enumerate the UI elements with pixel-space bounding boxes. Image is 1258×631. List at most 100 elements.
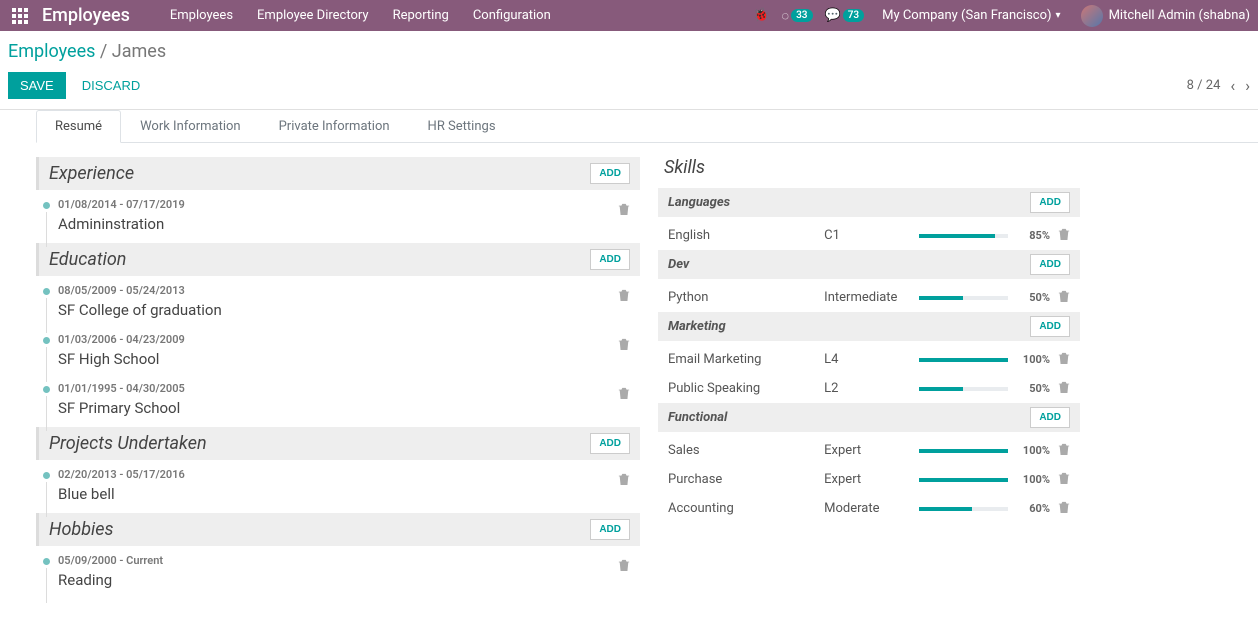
- timeline-dates: 01/03/2006 - 04/23/2009: [58, 333, 630, 346]
- activity-icon[interactable]: ◌33: [781, 8, 812, 24]
- tabs: Resumé Work Information Private Informat…: [36, 110, 1258, 143]
- timeline-dates: 01/08/2014 - 07/17/2019: [58, 198, 630, 211]
- nav-configuration[interactable]: Configuration: [473, 8, 551, 23]
- bug-icon[interactable]: 🐞: [753, 8, 769, 23]
- skill-row[interactable]: PythonIntermediate 50%: [658, 283, 1080, 312]
- resume-section-header: Projects UndertakenADD: [36, 427, 640, 460]
- breadcrumb: Employees / James: [0, 31, 1258, 68]
- add-button[interactable]: ADD: [1030, 316, 1070, 337]
- add-button[interactable]: ADD: [590, 163, 630, 184]
- tab-private-info[interactable]: Private Information: [260, 110, 409, 142]
- resume-section-header: HobbiesADD: [36, 513, 640, 546]
- add-button[interactable]: ADD: [590, 519, 630, 540]
- timeline-dates: 02/20/2013 - 05/17/2016: [58, 468, 630, 481]
- trash-icon[interactable]: [1058, 230, 1070, 244]
- skill-group-name: Marketing: [668, 319, 1030, 334]
- timeline-dates: 08/05/2009 - 05/24/2013: [58, 284, 630, 297]
- skills-heading: Skills: [658, 157, 1080, 178]
- chevron-down-icon: ▾: [1056, 10, 1061, 21]
- skill-row[interactable]: SalesExpert100%: [658, 436, 1080, 465]
- skill-percent: 50%: [1010, 382, 1050, 395]
- skill-percent: 50%: [1010, 291, 1050, 304]
- trash-icon[interactable]: [618, 205, 630, 220]
- timeline-dates: 05/09/2000 - Current: [58, 554, 630, 567]
- chat-badge: 73: [843, 9, 864, 22]
- trash-icon[interactable]: [1058, 503, 1070, 517]
- trash-icon[interactable]: [618, 340, 630, 355]
- skill-percent: 100%: [1010, 444, 1050, 457]
- company-selector[interactable]: My Company (San Francisco) ▾: [882, 8, 1060, 23]
- breadcrumb-sep: /: [100, 41, 112, 62]
- breadcrumb-current: James: [112, 41, 166, 62]
- add-button[interactable]: ADD: [1030, 192, 1070, 213]
- skill-level: Intermediate: [824, 290, 917, 305]
- top-nav: Employees Employee Directory Reporting C…: [170, 8, 551, 23]
- company-label: My Company (San Francisco): [882, 8, 1051, 23]
- skill-group-header: FunctionalADD: [658, 403, 1080, 432]
- messaging-icon[interactable]: 💬73: [825, 8, 865, 23]
- action-bar: SAVE DISCARD 8 / 24 ‹ ›: [0, 68, 1258, 110]
- add-button[interactable]: ADD: [590, 249, 630, 270]
- tab-work-info[interactable]: Work Information: [121, 110, 260, 142]
- nav-employee-directory[interactable]: Employee Directory: [257, 8, 369, 23]
- avatar[interactable]: [1081, 5, 1103, 27]
- trash-icon[interactable]: [1058, 383, 1070, 397]
- skill-name: Sales: [668, 443, 822, 458]
- skill-row[interactable]: PurchaseExpert100%: [658, 465, 1080, 494]
- skill-bar: [919, 358, 1009, 362]
- breadcrumb-root[interactable]: Employees: [8, 41, 95, 62]
- skill-level: Moderate: [824, 501, 917, 516]
- skill-row[interactable]: Email MarketingL4100%: [658, 345, 1080, 374]
- skill-group-name: Functional: [668, 410, 1030, 425]
- add-button[interactable]: ADD: [1030, 407, 1070, 428]
- skill-level: C1: [824, 228, 917, 243]
- timeline-item[interactable]: 01/08/2014 - 07/17/2019Admininstration: [36, 194, 640, 243]
- skill-row[interactable]: Public SpeakingL250%: [658, 374, 1080, 403]
- add-button[interactable]: ADD: [1030, 254, 1070, 275]
- discard-button[interactable]: DISCARD: [70, 72, 153, 99]
- tab-hr-settings[interactable]: HR Settings: [409, 110, 515, 142]
- tab-resume[interactable]: Resumé: [36, 110, 121, 143]
- skill-percent: 100%: [1010, 473, 1050, 486]
- section-title: Education: [49, 249, 590, 270]
- section-title: Experience: [49, 163, 590, 184]
- nav-employees[interactable]: Employees: [170, 8, 233, 23]
- skill-name: Python: [668, 290, 822, 305]
- resume-section-header: EducationADD: [36, 243, 640, 276]
- resume-section-header: ExperienceADD: [36, 157, 640, 190]
- skill-bar: [919, 296, 1009, 300]
- trash-icon[interactable]: [1058, 354, 1070, 368]
- trash-icon[interactable]: [618, 291, 630, 306]
- timeline-dates: 01/01/1995 - 04/30/2005: [58, 382, 630, 395]
- user-label[interactable]: Mitchell Admin (shabna): [1109, 8, 1250, 23]
- timeline-item[interactable]: 02/20/2013 - 05/17/2016Blue bell: [36, 464, 640, 513]
- nav-reporting[interactable]: Reporting: [393, 8, 449, 23]
- skill-row[interactable]: AccountingModerate60%: [658, 494, 1080, 523]
- skill-group-header: DevADD: [658, 250, 1080, 279]
- trash-icon[interactable]: [1058, 474, 1070, 488]
- pager-next-icon[interactable]: ›: [1245, 76, 1250, 95]
- timeline-item[interactable]: 01/01/1995 - 04/30/2005SF Primary School: [36, 378, 640, 427]
- skill-row[interactable]: EnglishC185%: [658, 221, 1080, 250]
- add-button[interactable]: ADD: [590, 433, 630, 454]
- skill-bar: [919, 234, 1009, 238]
- save-button[interactable]: SAVE: [8, 72, 66, 99]
- timeline-item[interactable]: 01/03/2006 - 04/23/2009SF High School: [36, 329, 640, 378]
- activity-badge: 33: [791, 9, 812, 22]
- skill-group-name: Languages: [668, 195, 1030, 210]
- skill-name: Purchase: [668, 472, 822, 487]
- brand-label: Employees: [42, 5, 130, 26]
- trash-icon[interactable]: [618, 475, 630, 490]
- timeline-item[interactable]: 08/05/2009 - 05/24/2013 SF College of gra…: [36, 280, 640, 329]
- skill-percent: 60%: [1010, 502, 1050, 515]
- trash-icon[interactable]: [1058, 445, 1070, 459]
- trash-icon[interactable]: [1058, 292, 1070, 306]
- pager-prev-icon[interactable]: ‹: [1230, 76, 1235, 95]
- trash-icon[interactable]: [618, 561, 630, 576]
- timeline-item[interactable]: 05/09/2000 - CurrentReading: [36, 550, 640, 599]
- trash-icon[interactable]: [618, 389, 630, 404]
- skill-name: Public Speaking: [668, 381, 822, 396]
- apps-icon[interactable]: [12, 8, 28, 24]
- timeline-title: SF College of graduation: [58, 301, 630, 319]
- pager: 8 / 24 ‹ ›: [1187, 76, 1250, 95]
